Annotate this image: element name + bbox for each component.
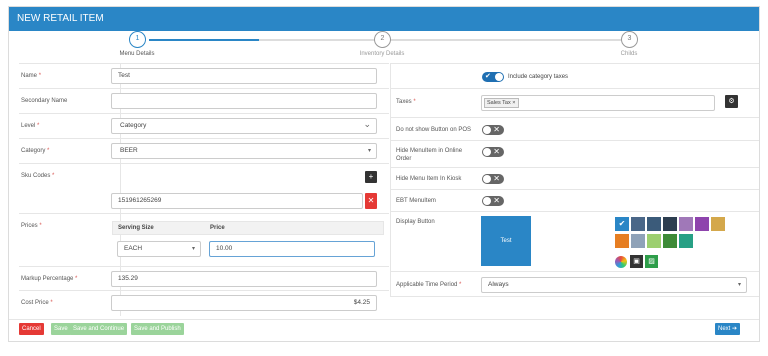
hide-kiosk-row: Hide Menu Item In Kiosk ✕ xyxy=(390,167,759,189)
image-gallery-icon[interactable]: ▨ xyxy=(645,255,658,268)
prices-label: Prices * xyxy=(21,223,42,229)
step-3-label: Childs xyxy=(620,51,638,57)
markup-label: Markup Percentage * xyxy=(21,276,78,282)
stepper-track xyxy=(259,39,621,41)
step-2-circle[interactable]: 2 xyxy=(374,31,391,48)
cancel-button[interactable]: Cancel xyxy=(19,323,44,335)
step-2-label: Inventory Details xyxy=(359,51,405,57)
level-row: Level * Category xyxy=(19,113,389,139)
taxes-label: Taxes * xyxy=(396,99,416,105)
serving-size-select[interactable]: EACH xyxy=(117,241,201,257)
secondary-name-label: Secondary Name xyxy=(21,98,68,104)
include-taxes-row: ✔ Include category taxes xyxy=(390,63,759,88)
retail-item-dialog: NEW RETAIL ITEM 1 2 3 Menu Details Inven… xyxy=(8,6,760,342)
display-button-preview: Test xyxy=(481,216,531,266)
name-label: Name * xyxy=(21,73,42,79)
color-swatch[interactable] xyxy=(679,234,693,248)
secondary-name-row: Secondary Name xyxy=(19,88,389,114)
no-show-pos-label: Do not show Button on POS xyxy=(396,127,472,133)
no-show-pos-toggle[interactable]: ✕ xyxy=(482,125,504,135)
add-sku-button[interactable]: + xyxy=(365,171,377,183)
no-show-pos-row: Do not show Button on POS ✕ xyxy=(390,117,759,140)
display-button-label: Display Button xyxy=(396,219,435,225)
level-label: Level * xyxy=(21,123,40,129)
hide-kiosk-label: Hide Menu Item In Kiosk xyxy=(396,176,462,182)
save-continue-button[interactable]: Save and Continue xyxy=(70,323,128,335)
dialog-title: NEW RETAIL ITEM xyxy=(9,7,759,31)
color-swatch[interactable] xyxy=(647,234,661,248)
step-3-circle[interactable]: 3 xyxy=(621,31,638,48)
time-period-label: Applicable Time Period * xyxy=(396,282,462,288)
color-swatch[interactable] xyxy=(663,217,677,231)
prices-row: Prices * Serving Size Price EACH 10.00 xyxy=(19,213,389,267)
name-input[interactable]: Test xyxy=(111,68,377,84)
next-button[interactable]: Next ➔ xyxy=(715,323,741,335)
color-swatch[interactable] xyxy=(711,217,725,231)
hide-kiosk-toggle[interactable]: ✕ xyxy=(482,174,504,184)
ebt-label: EBT MenuItem xyxy=(396,198,436,204)
category-row: Category * BEER xyxy=(19,138,389,164)
secondary-name-input[interactable] xyxy=(111,93,377,109)
stepper-progress xyxy=(149,39,259,41)
color-swatch[interactable] xyxy=(695,217,709,231)
sku-row: Sku Codes * + 151961265269 ✕ xyxy=(19,163,389,214)
price-input[interactable]: 10.00 xyxy=(209,241,375,257)
color-swatch[interactable] xyxy=(615,234,629,248)
taxes-row: Taxes * Sales Tax × ⚙ xyxy=(390,88,759,117)
color-swatch[interactable] xyxy=(679,217,693,231)
step-1-label: Menu Details xyxy=(119,51,155,57)
price-header: Price xyxy=(210,225,225,231)
color-swatch[interactable] xyxy=(631,234,645,248)
save-publish-button[interactable]: Save and Publish xyxy=(131,323,184,335)
color-swatch[interactable] xyxy=(647,217,661,231)
name-row: Name * Test xyxy=(19,63,389,89)
cost-row: Cost Price * $4.25 xyxy=(19,290,389,316)
ebt-toggle[interactable]: ✕ xyxy=(482,196,504,206)
color-swatch[interactable]: ✔ xyxy=(615,217,629,231)
serving-size-header: Serving Size xyxy=(118,225,154,231)
cost-label: Cost Price * xyxy=(21,300,53,306)
prices-header: Serving Size Price xyxy=(112,221,384,235)
time-period-select[interactable]: Always xyxy=(481,277,747,293)
level-select[interactable]: Category xyxy=(111,117,377,134)
display-button-row: Display Button Test ✔ ▣ ▨ xyxy=(390,211,759,271)
markup-row: Markup Percentage * 135.29 xyxy=(19,266,389,291)
cost-input[interactable]: $4.25 xyxy=(111,295,377,311)
remove-sku-button[interactable]: ✕ xyxy=(365,193,377,209)
hide-online-row: Hide MenuItem in Online Order ✕ xyxy=(390,140,759,167)
hide-online-toggle[interactable]: ✕ xyxy=(482,147,504,157)
sku-input[interactable]: 151961265269 xyxy=(111,193,363,209)
sku-label: Sku Codes * xyxy=(21,173,55,179)
markup-input[interactable]: 135.29 xyxy=(111,271,377,287)
time-period-row: Applicable Time Period * Always xyxy=(390,271,759,297)
color-picker-icon[interactable] xyxy=(615,256,627,268)
taxes-settings-button[interactable]: ⚙ xyxy=(725,95,738,108)
footer-divider xyxy=(9,319,759,320)
color-swatch[interactable] xyxy=(663,234,677,248)
ebt-row: EBT MenuItem ✕ xyxy=(390,189,759,211)
color-swatch[interactable] xyxy=(631,217,645,231)
image-upload-icon[interactable]: ▣ xyxy=(630,255,643,268)
hide-online-label: Hide MenuItem in Online Order xyxy=(396,148,463,162)
taxes-multiselect[interactable]: Sales Tax × xyxy=(481,95,715,111)
include-taxes-label: Include category taxes xyxy=(508,74,569,80)
save-button[interactable]: Save xyxy=(51,323,71,335)
category-label: Category * xyxy=(21,148,50,154)
include-taxes-toggle[interactable]: ✔ xyxy=(482,72,504,82)
category-select[interactable]: BEER xyxy=(111,143,377,159)
sales-tax-tag[interactable]: Sales Tax × xyxy=(484,98,519,108)
step-1-circle[interactable]: 1 xyxy=(129,31,146,48)
